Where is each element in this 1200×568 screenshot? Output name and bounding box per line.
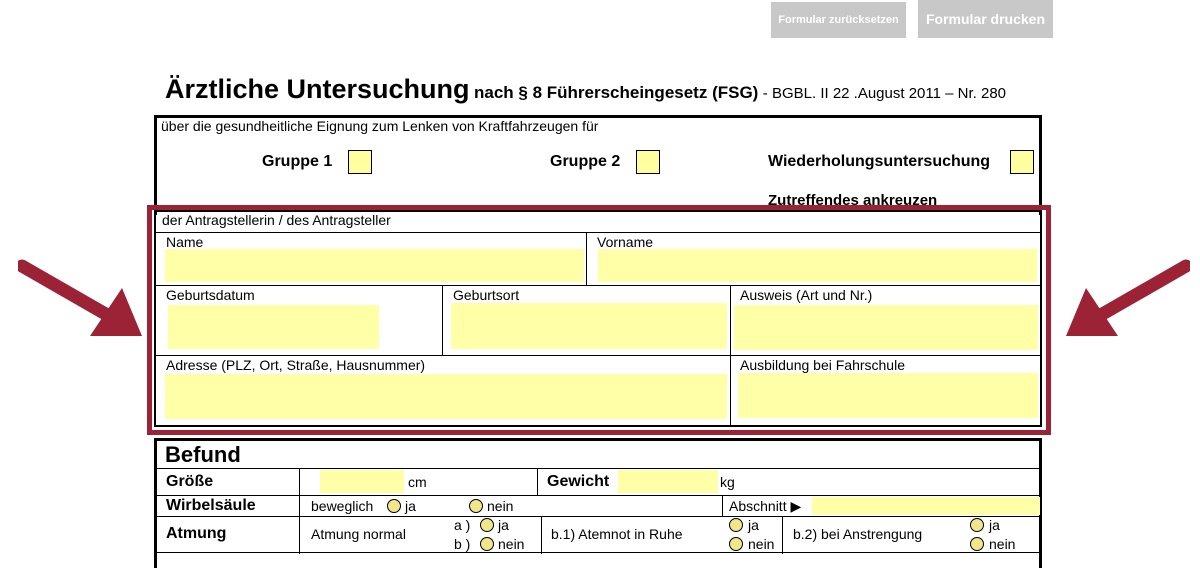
groesse-input[interactable] <box>320 470 404 493</box>
divider-line <box>299 468 300 554</box>
name-input[interactable] <box>165 249 584 282</box>
divider-line <box>156 232 1040 233</box>
print-form-button[interactable]: Formular drucken <box>918 0 1053 38</box>
repeat-exam-label: Wiederholungsuntersuchung <box>768 153 991 170</box>
b1-ja-label: ja <box>748 517 759 533</box>
b2-nein-label: nein <box>989 536 1016 552</box>
title-subtitle: nach § 8 Führerscheingesetz (FSG) <box>473 83 759 102</box>
divider-line <box>541 516 542 554</box>
b1-nein-radio[interactable] <box>729 537 743 551</box>
divider-line <box>157 495 1041 496</box>
group2-label: Gruppe 2 <box>550 153 621 170</box>
option-b-label: b ) <box>454 536 471 552</box>
reset-form-button[interactable]: Formular zurücksetzen <box>771 2 906 38</box>
arrow-right-icon <box>18 259 142 336</box>
eligibility-intro: über die gesundheitliche Eignung zum Len… <box>161 118 599 134</box>
b2-ja-radio[interactable] <box>970 518 984 532</box>
name-label: Name <box>166 234 204 250</box>
applicant-heading: der Antragstellerin / des Antragsteller <box>162 212 391 228</box>
divider-line <box>157 516 1041 517</box>
geburtsort-input[interactable] <box>451 303 727 349</box>
b2-nein-radio[interactable] <box>970 537 984 551</box>
ausweis-label: Ausweis (Art und Nr.) <box>740 287 873 303</box>
b2-ja-label: ja <box>989 517 1000 533</box>
atmung-nein-radio[interactable] <box>480 537 494 551</box>
beweglich-label: beweglich <box>311 498 374 514</box>
page-title: Ärztliche Untersuchung nach § 8 Führersc… <box>165 74 1006 105</box>
beweglich-nein-label: nein <box>487 498 514 514</box>
divider-line <box>157 468 1041 469</box>
atmung-ja-radio[interactable] <box>480 518 494 532</box>
title-main: Ärztliche Untersuchung <box>165 74 470 104</box>
divider-line <box>586 232 587 285</box>
repeat-exam-checkbox[interactable] <box>1010 150 1034 174</box>
groesse-label: Größe <box>166 473 214 490</box>
group2-checkbox[interactable] <box>636 150 660 174</box>
divider-line <box>537 468 538 495</box>
befund-heading: Befund <box>165 442 241 467</box>
atmung-label: Atmung <box>166 525 227 542</box>
divider-line <box>782 516 783 554</box>
ausbildung-label: Ausbildung bei Fahrschule <box>740 357 905 373</box>
geburtsdatum-input[interactable] <box>168 305 379 349</box>
ausbildung-input[interactable] <box>738 373 1038 418</box>
adresse-input[interactable] <box>165 374 727 419</box>
abschnitt-input[interactable] <box>812 497 1040 515</box>
gewicht-label: Gewicht <box>547 473 610 490</box>
divider-line <box>156 355 1040 356</box>
beweglich-ja-radio[interactable] <box>387 499 401 513</box>
divider-line <box>156 285 1040 286</box>
wirbelsaeule-label: Wirbelsäule <box>166 497 256 514</box>
b1-nein-label: nein <box>748 536 775 552</box>
b2-label: b.2) bei Anstrengung <box>793 526 923 542</box>
beweglich-nein-radio[interactable] <box>469 499 483 513</box>
geburtsdatum-label: Geburtsdatum <box>166 287 255 303</box>
atmung-ja-label: ja <box>498 517 509 533</box>
ausweis-input[interactable] <box>734 305 1038 350</box>
divider-line <box>730 285 731 425</box>
divider-line <box>722 495 723 516</box>
option-a-label: a ) <box>454 517 471 533</box>
divider-line <box>157 552 1041 553</box>
group1-checkbox[interactable] <box>348 150 372 174</box>
atmung-normal-label: Atmung normal <box>311 526 406 542</box>
groesse-unit: cm <box>408 474 427 490</box>
arrow-left-icon <box>1066 259 1190 336</box>
gewicht-unit: kg <box>720 474 735 490</box>
divider-line <box>442 285 443 355</box>
adresse-label: Adresse (PLZ, Ort, Straße, Hausnummer) <box>166 357 426 373</box>
beweglich-ja-label: ja <box>405 498 416 514</box>
abschnitt-label: Abschnitt ▶ <box>729 498 802 514</box>
group1-label: Gruppe 1 <box>262 153 333 170</box>
b1-label: b.1) Atemnot in Ruhe <box>551 526 683 542</box>
geburtsort-label: Geburtsort <box>453 287 520 303</box>
title-reference: - BGBL. II 22 .August 2011 – Nr. 280 <box>762 85 1006 102</box>
b1-ja-radio[interactable] <box>729 518 743 532</box>
vorname-label: Vorname <box>597 234 654 250</box>
vorname-input[interactable] <box>598 249 1037 282</box>
atmung-nein-label: nein <box>498 536 525 552</box>
gewicht-input[interactable] <box>618 470 718 493</box>
